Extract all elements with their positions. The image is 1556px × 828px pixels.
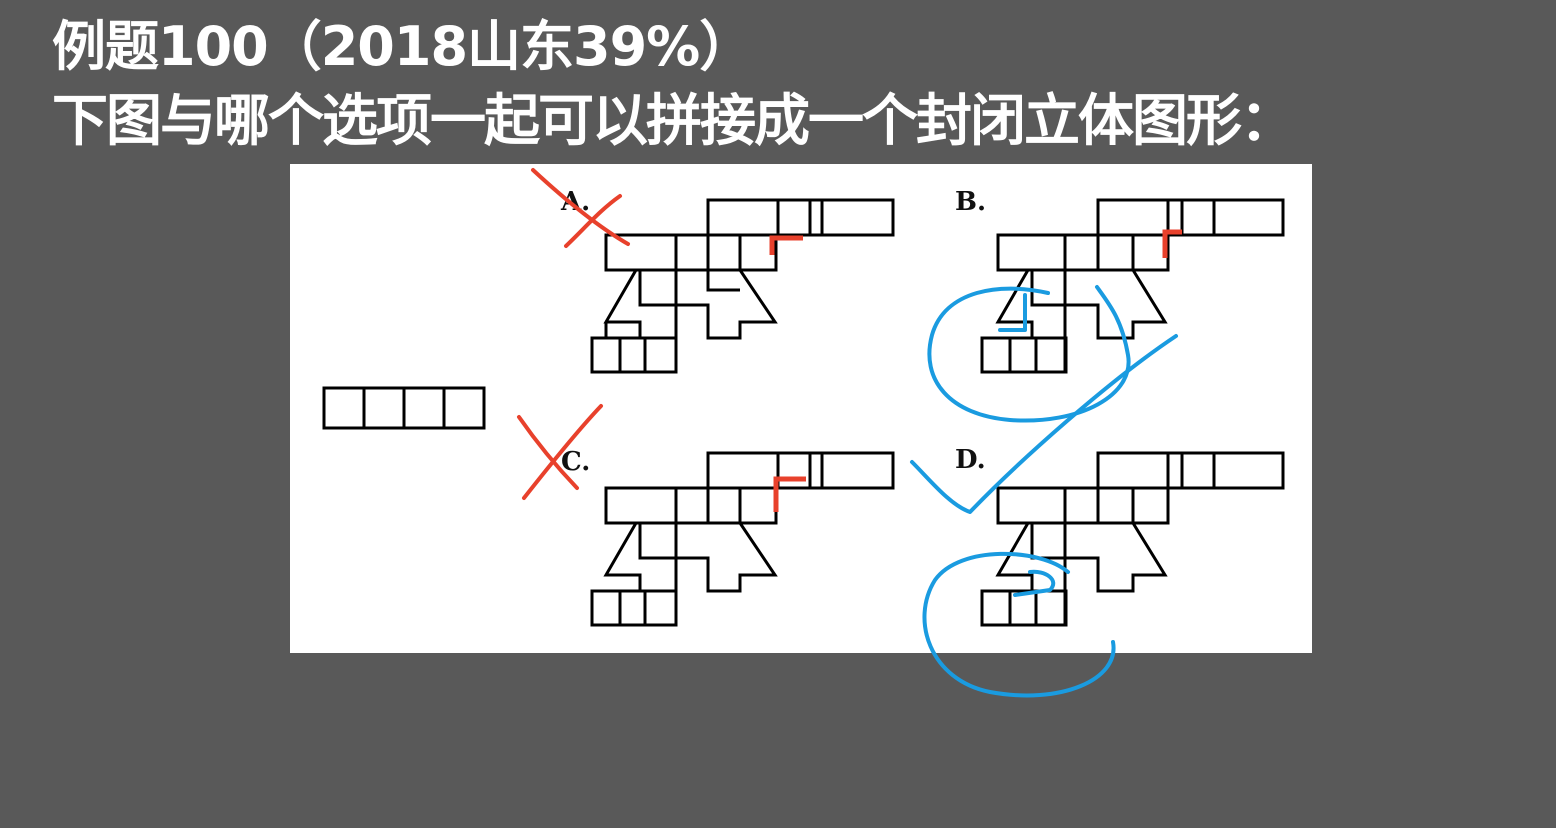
option-d-label: D. bbox=[955, 445, 986, 475]
option-a-label: A. bbox=[560, 187, 590, 217]
hand-annotations bbox=[910, 285, 1178, 698]
given-piece bbox=[322, 386, 486, 430]
option-d-net[interactable]: D. bbox=[955, 445, 1285, 627]
figure-overlay: A. B. C. D. bbox=[322, 168, 1285, 698]
option-b-net[interactable]: B. bbox=[955, 187, 1285, 374]
option-a-net[interactable]: A. bbox=[560, 187, 895, 374]
option-c-label: C. bbox=[561, 447, 590, 477]
option-c-net[interactable]: C. bbox=[561, 447, 895, 627]
option-b-label: B. bbox=[955, 187, 986, 217]
